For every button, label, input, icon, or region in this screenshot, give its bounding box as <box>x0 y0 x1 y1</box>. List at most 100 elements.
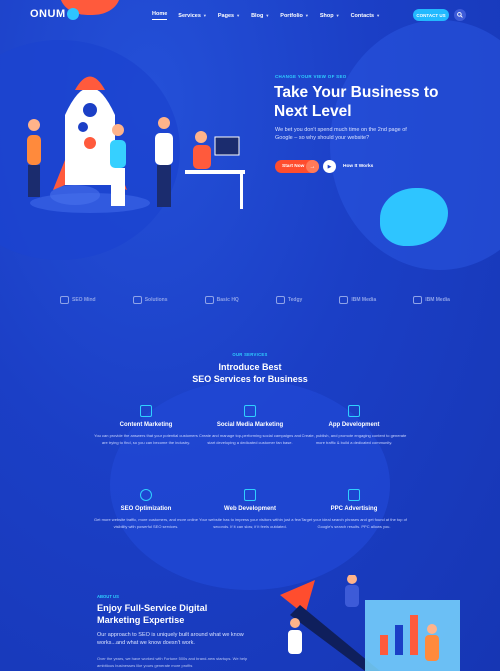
nav-item-shop[interactable]: Shop ▼ <box>320 11 340 20</box>
service-card-ppc-advertising[interactable]: PPC Advertising Target your ideal search… <box>299 489 409 531</box>
nav-item-contacts[interactable]: Contacts ▼ <box>351 11 381 20</box>
partner-logo[interactable]: Solutions <box>132 296 168 304</box>
arrow-right-icon[interactable]: → <box>306 160 319 173</box>
service-description: Get more website traffic, more customers… <box>94 517 198 529</box>
person-legs <box>28 165 40 197</box>
about-label: ABOUT US <box>97 594 119 599</box>
partner-icon <box>275 296 285 304</box>
page: ONUM Home Services ▼ Pages ▼ Blog ▼ Portfol… <box>0 0 500 671</box>
partner-logo[interactable]: Tedgy <box>275 296 303 304</box>
logo-dot-icon <box>66 8 79 20</box>
about-title: Enjoy Full-Service Digital Marketing Exp… <box>97 603 208 625</box>
person-body <box>110 140 126 168</box>
chevron-down-icon: ▼ <box>335 13 340 18</box>
monitor <box>214 136 240 156</box>
play-button[interactable]: ▶ <box>323 160 336 173</box>
person-head <box>112 124 124 136</box>
person-body <box>345 585 359 607</box>
partner-logo[interactable]: IBM Media <box>339 296 376 304</box>
nav-label: Pages <box>217 12 235 19</box>
partner-name: Tedgy <box>287 297 303 303</box>
chart-bar <box>380 635 388 655</box>
nav-item-home[interactable]: Home <box>152 11 168 20</box>
nav-item-pages[interactable]: Pages ▼ <box>218 11 240 20</box>
person-head <box>28 119 40 131</box>
search-icon <box>457 12 463 18</box>
service-card-social-media[interactable]: Social Media Marketing Create and manage… <box>195 405 305 447</box>
partner-logo[interactable]: SEO Mind <box>60 296 96 304</box>
person-body <box>288 630 302 654</box>
desk-leg <box>240 174 243 209</box>
person-legs <box>111 168 125 206</box>
person-body <box>193 145 211 169</box>
service-description: Create and manage top-performing social … <box>198 433 302 445</box>
rocket-window <box>83 103 97 117</box>
service-card-seo-optimization[interactable]: SEO Optimization Get more website traffi… <box>91 489 201 531</box>
partner-name: IBM Media <box>351 297 377 303</box>
services-title-line2: SEO Services for Business <box>192 373 308 384</box>
nav-label: Portfolio <box>280 12 303 19</box>
partner-name: Solutions <box>144 297 168 303</box>
hero-illustration <box>27 76 245 213</box>
person-head <box>158 117 170 129</box>
chevron-down-icon: ▼ <box>202 13 207 18</box>
nav-item-services[interactable]: Services ▼ <box>178 11 207 20</box>
nav-item-blog[interactable]: Blog ▼ <box>251 11 269 20</box>
partner-name: SEO Mind <box>72 297 96 303</box>
service-title: Web Development <box>224 506 276 512</box>
hero-title: Take Your Business to Next Level <box>274 84 439 120</box>
main-nav: Home Services ▼ Pages ▼ Blog ▼ Portfolio ▼ S… <box>152 11 380 20</box>
about-text: Our approach to SEO is uniquely built ar… <box>97 632 244 646</box>
partner-logo[interactable]: IBM Media <box>413 296 450 304</box>
nav-item-portfolio[interactable]: Portfolio ▼ <box>280 11 309 20</box>
ppc-advertising-icon <box>348 489 360 501</box>
partner-name: IBM Media <box>425 297 450 303</box>
person-body <box>27 135 41 165</box>
person-head <box>290 618 300 628</box>
partner-icon <box>132 296 142 304</box>
desk <box>185 170 245 174</box>
chart-bar <box>410 615 418 655</box>
rocket-nose <box>75 76 105 90</box>
start-now-label: Start Now <box>282 164 305 169</box>
chevron-down-icon: ▼ <box>265 13 270 18</box>
contact-us-button[interactable]: CONTACT US <box>413 9 449 21</box>
how-it-works-link[interactable]: How It Works <box>343 164 373 169</box>
chevron-down-icon: ▼ <box>304 13 309 18</box>
about-text-secondary: Over the years, we have worked with Fort… <box>97 656 248 668</box>
rocket-fin <box>53 160 65 190</box>
nav-label: Shop <box>319 12 334 19</box>
partner-icon <box>413 296 423 304</box>
play-icon: ▶ <box>327 163 332 170</box>
services-label: OUR SERVICES <box>232 352 268 357</box>
nav-label: Blog <box>251 12 264 19</box>
nav-label: Contacts <box>350 12 375 19</box>
partner-icon <box>339 296 349 304</box>
person-body <box>155 133 173 165</box>
content-marketing-icon <box>140 405 152 417</box>
partner-logo[interactable]: Basic HQ <box>204 296 239 304</box>
chart-bar <box>395 625 403 655</box>
person-head <box>427 624 437 634</box>
logo-text: ONUM <box>30 8 66 20</box>
chevron-down-icon: ▼ <box>236 13 241 18</box>
service-title: Social Media Marketing <box>216 422 284 428</box>
service-card-web-development[interactable]: Web Development Your website has to impr… <box>195 489 305 531</box>
service-title: Content Marketing <box>119 422 173 428</box>
person-head <box>347 575 357 584</box>
service-card-content-marketing[interactable]: Content Marketing You can provide the an… <box>91 405 201 447</box>
search-button[interactable] <box>454 9 466 21</box>
nav-label: Services <box>178 12 201 19</box>
partner-icon <box>60 296 69 304</box>
service-description: Target your ideal search phrases and get… <box>301 517 407 529</box>
service-title: SEO Optimization <box>120 506 172 512</box>
web-development-icon <box>244 489 256 501</box>
logo[interactable]: ONUM <box>30 8 79 20</box>
rocket-window <box>84 137 96 149</box>
app-development-icon <box>348 405 360 417</box>
service-card-app-development[interactable]: App Development Create, publish, and pro… <box>299 405 409 447</box>
partner-logos: SEO Mind Solutions Basic HQ Tedgy IBM Me… <box>60 296 450 304</box>
rocket-body <box>65 87 115 185</box>
partner-name: Basic HQ <box>216 297 239 303</box>
services-title: Introduce Best SEO Services for Business <box>0 362 500 385</box>
